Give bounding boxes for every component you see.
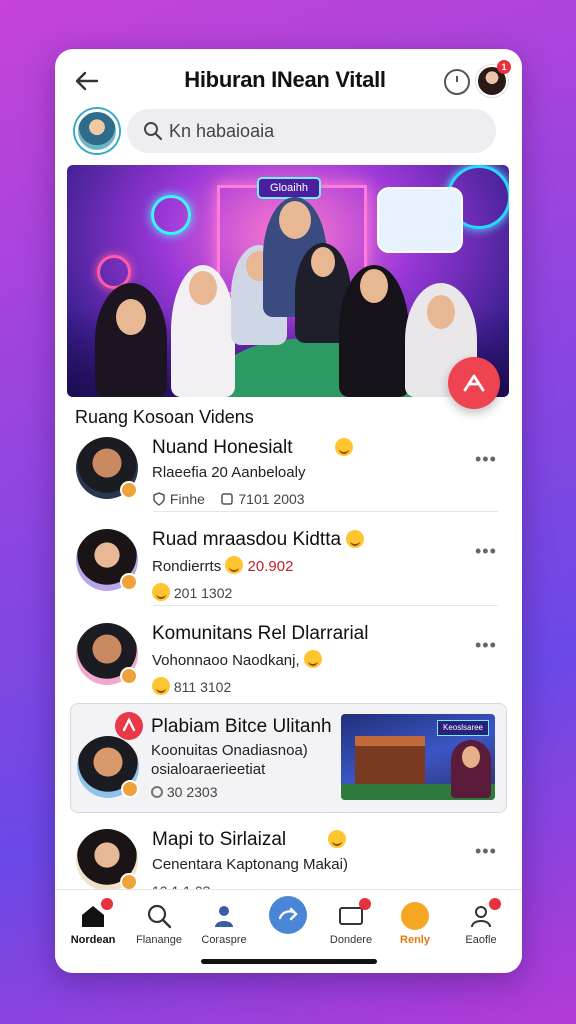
user-avatar[interactable]	[75, 109, 119, 153]
nav-center-button[interactable]	[258, 896, 318, 946]
arrow-left-icon	[75, 71, 99, 91]
search-icon	[144, 122, 163, 141]
status-badge	[120, 667, 138, 685]
item-subtitle-2: osialoaraerieetiat	[151, 761, 266, 778]
notification-dot	[489, 898, 501, 910]
item-name: Mapi to Sirlaizal	[152, 829, 347, 851]
phone-screen: Hiburan INean Vitall 1 Gloaihh	[55, 49, 522, 973]
pin-icon	[115, 712, 143, 740]
nav-label: Flanange	[136, 934, 182, 946]
nav-label: Dondere	[329, 934, 373, 946]
timer-icon[interactable]	[444, 69, 470, 95]
item-count: 20.902	[247, 558, 294, 575]
nav-profile[interactable]: Eaofle	[451, 898, 511, 952]
item-name: Ruad mraasdou Kidtta	[152, 529, 365, 551]
banner-person	[95, 283, 167, 397]
item-name: Nuand Honesialt	[152, 437, 353, 459]
emoji-icon	[334, 438, 353, 456]
nav-home[interactable]: Nordean	[63, 898, 123, 952]
divider	[153, 511, 498, 512]
banner-badge: Gloaihh	[257, 177, 321, 199]
item-meta: 201 1302	[152, 583, 232, 601]
app-header: Hiburan INean Vitall 1	[55, 49, 522, 105]
list-item[interactable]: Ruad mraasdou Kidtta Rondierrts 20.902 2…	[71, 525, 506, 615]
featured-banner[interactable]: Gloaihh	[67, 165, 509, 397]
item-meta: 30 2303	[151, 784, 218, 800]
nav-community[interactable]: Coraspre	[194, 902, 254, 952]
search-icon	[147, 904, 172, 929]
home-indicator	[201, 959, 377, 964]
item-meta: Finhe 7101 2003	[152, 491, 305, 507]
nav-label: Renly	[400, 934, 430, 946]
clock-icon	[151, 786, 163, 798]
search-bar[interactable]	[127, 109, 496, 153]
item-meta-value: 7101 2003	[238, 491, 305, 507]
more-options-button[interactable]: •••	[475, 635, 497, 656]
emoji-icon	[401, 902, 429, 930]
thumbnail-badge: Keoslsaree	[437, 720, 489, 736]
emoji-icon	[346, 530, 365, 548]
emoji-icon	[225, 556, 244, 574]
emoji-icon	[152, 583, 170, 601]
bottom-nav: Nordean Flanange Coraspre Dondere Renly …	[55, 889, 522, 973]
featured-list-card[interactable]: Plabiam Bitce Ulitanh Koonuitas Onadiasn…	[70, 703, 507, 813]
share-icon	[269, 896, 307, 934]
item-subtitle: Vohonnaoo Naodkanj,	[152, 650, 322, 669]
nav-search[interactable]: Flanange	[129, 902, 189, 952]
item-name: Plabiam Bitce Ulitanh	[151, 716, 332, 737]
nav-messages[interactable]: Dondere	[321, 898, 381, 952]
search-input[interactable]	[169, 109, 469, 153]
status-badge	[121, 780, 139, 798]
list-item[interactable]: Nuand Honesialt Rlaeefia 20 Aanbeloaly F…	[71, 433, 506, 523]
more-options-button[interactable]: •••	[475, 449, 497, 470]
item-meta: 811 3102	[152, 677, 231, 695]
section-title: Ruang Kosoan Videns	[75, 407, 254, 427]
more-options-button[interactable]: •••	[475, 841, 497, 862]
more-options-button[interactable]: •••	[475, 541, 497, 562]
item-subtitle: Cenentara Kaptonang Makai)	[152, 856, 348, 873]
nav-label: Nordean	[70, 934, 116, 946]
group-sticker-decoration	[377, 187, 463, 253]
nav-reactions[interactable]: Renly	[385, 902, 445, 952]
emoji-icon	[328, 830, 347, 848]
people-icon	[215, 906, 233, 927]
share-fab-button[interactable]	[448, 357, 500, 409]
calendar-icon	[221, 493, 234, 505]
item-subtitle: Rlaeefia 20 Aanbeloaly	[152, 464, 306, 481]
share-icon	[463, 374, 485, 392]
page-title: Hiburan INean Vitall	[184, 67, 386, 92]
list-item[interactable]: Komunitans Rel Dlarrarial Vohonnaoo Naod…	[71, 619, 506, 709]
notification-dot	[101, 898, 113, 910]
emoji-icon	[152, 677, 170, 695]
banner-person	[171, 265, 235, 397]
notification-badge: 1	[497, 60, 511, 74]
divider	[153, 605, 498, 606]
gazebo-illustration	[355, 736, 425, 788]
nav-label: Eaofle	[465, 934, 497, 946]
status-badge	[120, 573, 138, 591]
item-meta-label: Finhe	[169, 491, 205, 507]
item-subtitle: Koonuitas Onadiasnoa)	[151, 742, 308, 759]
neon-ring-decoration	[151, 195, 191, 235]
item-name: Komunitans Rel Dlarrarial	[152, 623, 369, 644]
emoji-icon	[303, 650, 322, 668]
notification-dot	[359, 898, 371, 910]
card-thumbnail[interactable]: Keoslsaree	[341, 714, 495, 800]
item-subtitle: Rondierrts 20.902	[152, 556, 294, 575]
status-badge	[120, 481, 138, 499]
back-button[interactable]	[73, 67, 101, 95]
banner-person	[339, 265, 409, 397]
nav-label: Coraspre	[201, 934, 247, 946]
shield-icon	[153, 492, 165, 506]
thumbnail-person	[451, 740, 491, 798]
